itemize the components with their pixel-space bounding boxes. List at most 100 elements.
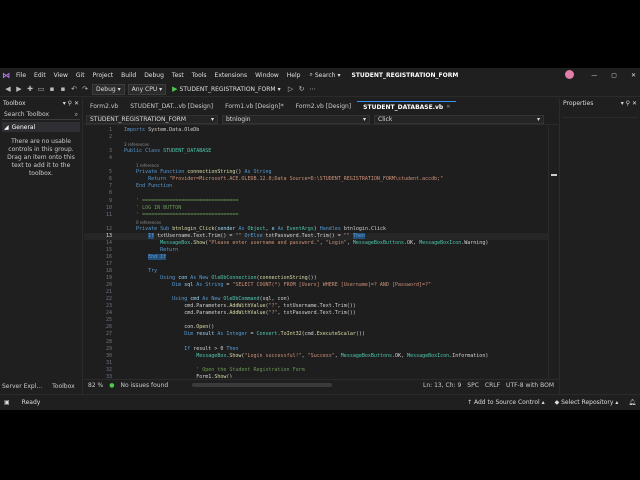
configuration-select[interactable]: Debug ▾ <box>92 83 125 95</box>
pin-icon[interactable]: ▾ ⚲ ✕ <box>63 100 79 107</box>
line-number: 5 <box>108 169 112 176</box>
search-box[interactable]: ⌕ Search ▾ <box>304 71 345 79</box>
start-debugging-button[interactable]: ▶ STUDENT_REGISTRATION_FORM ▾ <box>169 85 283 93</box>
menu-extensions[interactable]: Extensions <box>211 72 252 79</box>
visual-studio-logo-icon[interactable]: ⋈ <box>0 68 12 82</box>
code-line[interactable]: 8 <box>84 190 558 197</box>
code-line[interactable]: 17 <box>84 261 558 268</box>
menu-test[interactable]: Test <box>168 72 188 79</box>
whitespace-mode[interactable]: SPC <box>467 382 479 389</box>
toolbar-more-icon[interactable]: ⋯ <box>309 85 317 93</box>
code-line[interactable]: 32 ' Open the Student Registration Form <box>84 367 558 374</box>
code-line[interactable]: 14 MessageBox.Show("Please enter usernam… <box>84 240 558 247</box>
vertical-scrollbar[interactable] <box>548 126 558 378</box>
menu-edit[interactable]: Edit <box>30 72 50 79</box>
menu-git[interactable]: Git <box>72 72 89 79</box>
code-line[interactable]: 16 End If <box>84 253 558 261</box>
menu-debug[interactable]: Debug <box>140 72 168 79</box>
scrollbar-caret-marker <box>551 174 557 176</box>
left-dock-tabs: Server Expl... Toolbox <box>0 380 83 392</box>
add-to-source-control-button[interactable]: ↑ Add to Source Control ▴ <box>467 399 545 406</box>
code-line[interactable]: 33 Form1.Show() <box>84 374 558 378</box>
tab-server-explorer[interactable]: Server Expl... <box>2 383 42 390</box>
code-line[interactable]: 24 cmd.Parameters.AddWithValue("?", txtP… <box>84 310 558 317</box>
pin-icon[interactable]: ▾ ⚲ ✕ <box>621 100 637 107</box>
code-line[interactable]: 29 If result > 0 Then <box>84 346 558 353</box>
object-combo[interactable]: btnlogin ▾ <box>222 114 370 124</box>
toolbox-search-input[interactable]: Search Toolbox ⌕ <box>2 110 80 120</box>
code-line[interactable]: 23 cmd.Parameters.AddWithValue("?", txtU… <box>84 303 558 310</box>
code-line[interactable]: 1 Imports System.Data.OleDb <box>84 127 558 134</box>
start-without-debug-icon[interactable]: ▷ <box>287 85 295 93</box>
line-number: 26 <box>105 324 112 331</box>
status-right: ↑ Add to Source Control ▴ ◆ Select Repos… <box>467 399 636 406</box>
new-item-icon[interactable]: ✚ <box>26 85 34 93</box>
menu-help[interactable]: Help <box>283 72 305 79</box>
platform-select[interactable]: Any CPU ▾ <box>127 83 167 95</box>
menu-file[interactable]: File <box>12 72 30 79</box>
code-line[interactable]: 15 Return <box>84 247 558 254</box>
notifications-icon[interactable]: 🔔︎ <box>628 399 636 406</box>
code-line[interactable]: 3 Public Class STUDENT_DATABASE <box>84 148 558 155</box>
code-line[interactable]: 27 Dim result As Integer = Convert.ToInt… <box>84 331 558 338</box>
menu-project[interactable]: Project <box>89 72 118 79</box>
line-endings[interactable]: CRLF <box>485 382 500 389</box>
doc-tab-student-database-design[interactable]: STUDENT_DAT...vb [Design] <box>124 101 219 112</box>
code-line[interactable]: 6 Return "Provider=Microsoft.ACE.OLEDB.1… <box>84 176 558 183</box>
menu-tools[interactable]: Tools <box>188 72 211 79</box>
tab-toolbox[interactable]: Toolbox <box>52 383 75 390</box>
open-icon[interactable]: ▭ <box>37 85 45 93</box>
code-line[interactable]: 30 MessageBox.Show("Login successful!", … <box>84 353 558 360</box>
redo-icon[interactable]: ↷ <box>81 85 89 93</box>
close-icon[interactable]: ✕ <box>446 104 450 110</box>
code-line[interactable]: 9 ' ================================ <box>84 198 558 205</box>
code-line[interactable]: 10 ' LOG IN BUTTON <box>84 205 558 212</box>
code-line[interactable]: 22 Using cmd As New OleDbCommand(sql, co… <box>84 296 558 303</box>
code-line[interactable]: 0 references <box>84 219 558 226</box>
code-line[interactable]: 3 references <box>84 141 558 148</box>
code-editor[interactable]: 1 Imports System.Data.OleDb 2 3 references 3… <box>84 126 558 378</box>
code-line[interactable]: 19 Using con As New OleDbConnection(conn… <box>84 275 558 282</box>
cursor-position[interactable]: Ln: 13, Ch: 9 <box>423 382 461 389</box>
event-combo[interactable]: Click ▾ <box>374 114 544 124</box>
code-line[interactable]: 1 reference <box>84 162 558 169</box>
toolbox-group-general[interactable]: ◢ General <box>2 122 80 132</box>
class-combo[interactable]: STUDENT_REGISTRATION_FORM ▾ <box>86 114 218 124</box>
code-line[interactable]: 25 <box>84 317 558 324</box>
doc-tab-form2-vb[interactable]: Form2.vb <box>84 101 124 112</box>
save-icon[interactable]: ▪ <box>48 85 56 93</box>
hot-reload-icon[interactable]: ↻ <box>298 85 306 93</box>
code-line[interactable]: 26 con.Open() <box>84 324 558 331</box>
menu-view[interactable]: View <box>50 72 72 79</box>
file-encoding[interactable]: UTF-8 with BOM <box>506 382 554 389</box>
zoom-level[interactable]: 82 % <box>88 382 103 389</box>
doc-tab-form2-design[interactable]: Form2.vb [Design] <box>290 101 358 112</box>
close-icon[interactable]: ✕ <box>631 72 636 79</box>
back-icon[interactable]: ◀ <box>4 85 12 93</box>
code-line[interactable]: 12 Private Sub btnlogin_Click(sender As … <box>84 226 558 233</box>
code-line[interactable]: 2 <box>84 134 558 141</box>
code-line[interactable]: 4 <box>84 155 558 162</box>
save-all-icon[interactable]: ▪ <box>59 85 67 93</box>
undo-icon[interactable]: ↶ <box>70 85 78 93</box>
maximize-icon[interactable]: ▢ <box>611 72 617 79</box>
avatar[interactable] <box>565 70 574 79</box>
code-line[interactable]: 28 <box>84 339 558 346</box>
select-repository-button[interactable]: ◆ Select Repository ▴ <box>555 399 619 406</box>
horizontal-scrollbar[interactable] <box>192 383 333 387</box>
doc-tab-student-database-vb[interactable]: STUDENT_DATABASE.vb ✕ <box>357 101 457 112</box>
code-line[interactable]: 21 <box>84 289 558 296</box>
code-line[interactable]: 11 ' ================================ <box>84 212 558 219</box>
minimize-icon[interactable]: — <box>591 72 597 79</box>
code-line[interactable]: 31 <box>84 360 558 367</box>
code-line[interactable]: 7 End Function <box>84 183 558 190</box>
code-line[interactable]: 18 Try <box>84 268 558 275</box>
menu-build[interactable]: Build <box>117 72 140 79</box>
code-line[interactable]: 13 If txtUsername.Text.Trim() = "" OrEls… <box>84 232 558 240</box>
code-line[interactable]: 20 Dim sql As String = "SELECT COUNT(*) … <box>84 282 558 289</box>
forward-icon[interactable]: ▶ <box>15 85 23 93</box>
doc-tab-form1-design[interactable]: Form1.vb [Design]* <box>219 101 290 112</box>
issues-status[interactable]: No issues found <box>121 382 169 389</box>
menu-window[interactable]: Window <box>251 72 283 79</box>
code-line[interactable]: 5 Private Function connectionString() As… <box>84 169 558 176</box>
